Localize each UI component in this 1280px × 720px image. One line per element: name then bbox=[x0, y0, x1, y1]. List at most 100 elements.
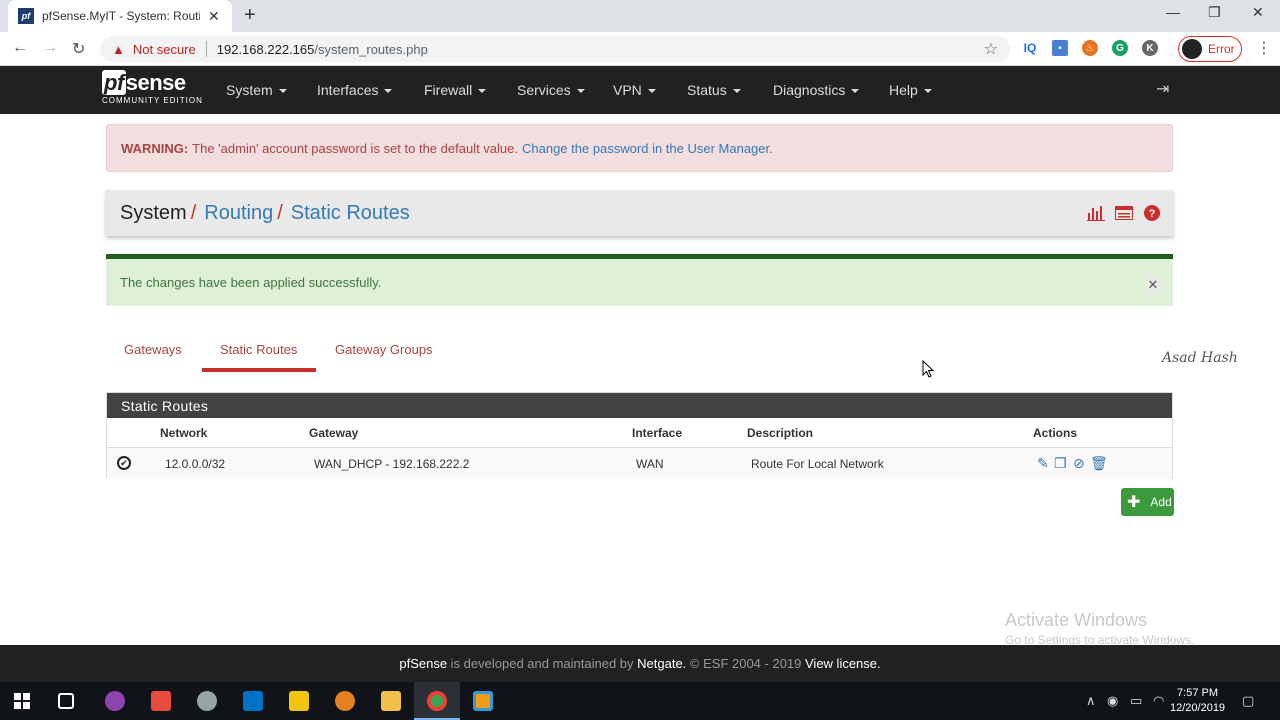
nav-vpn-label: VPN bbox=[613, 82, 642, 98]
nav-interfaces[interactable]: Interfaces bbox=[317, 82, 393, 98]
nav-vpn[interactable]: VPN bbox=[613, 82, 656, 98]
breadcrumb: System / Routing / Static Routes ? bbox=[106, 190, 1173, 236]
file-explorer-icon[interactable] bbox=[381, 691, 401, 711]
taskbar-clock[interactable]: 7:57 PM 12/20/2019 bbox=[1170, 686, 1225, 716]
battery-icon[interactable]: ▭ bbox=[1130, 693, 1142, 709]
route-tabs: Gateways Static Routes Gateway Groups bbox=[106, 330, 606, 374]
nav-diagnostics[interactable]: Diagnostics bbox=[773, 82, 860, 98]
wifi-icon[interactable]: ◠ bbox=[1153, 693, 1164, 709]
profile-button[interactable]: Error bbox=[1178, 36, 1242, 62]
maximize-icon[interactable]: ❐ bbox=[1208, 4, 1221, 21]
profile-error-label: Error bbox=[1208, 42, 1235, 56]
caret-down-icon bbox=[923, 89, 932, 94]
sticky-notes-icon[interactable] bbox=[289, 691, 309, 711]
footer-netgate-link[interactable]: Netgate. bbox=[637, 656, 686, 671]
tab-gateways[interactable]: Gateways bbox=[124, 342, 182, 357]
add-button-label: Add bbox=[1150, 495, 1172, 509]
mouse-cursor-icon bbox=[922, 360, 934, 378]
chart-icon[interactable] bbox=[1087, 204, 1105, 222]
caret-down-icon bbox=[732, 89, 741, 94]
nav-interfaces-label: Interfaces bbox=[317, 82, 379, 98]
edit-pencil-icon[interactable]: ✎ bbox=[1037, 455, 1049, 472]
footer-license-link[interactable]: View license. bbox=[805, 656, 881, 671]
help-icon[interactable]: ? bbox=[1143, 204, 1161, 222]
iq-extension-icon[interactable]: IQ bbox=[1022, 40, 1038, 56]
close-icon[interactable]: ✕ bbox=[1147, 276, 1159, 294]
close-window-icon[interactable]: ✕ bbox=[1252, 4, 1264, 21]
activate-windows-watermark: Activate Windows Go to Settings to activ… bbox=[1005, 610, 1194, 647]
caret-down-icon bbox=[851, 89, 860, 94]
nav-firewall[interactable]: Firewall bbox=[424, 82, 487, 98]
cell-gateway: WAN_DHCP - 192.168.222.2 bbox=[314, 457, 470, 471]
tab-close-icon[interactable]: ✕ bbox=[208, 8, 220, 25]
browser-menu-icon[interactable]: ⋮ bbox=[1256, 38, 1272, 58]
disable-icon[interactable]: ⊘ bbox=[1073, 455, 1085, 472]
address-bar[interactable]: ▲ Not secure 192.168.222.165/system_rout… bbox=[100, 36, 1010, 62]
nav-services-label: Services bbox=[517, 82, 571, 98]
tray-chevron-icon[interactable]: ∧ bbox=[1086, 693, 1096, 709]
download-app-icon[interactable] bbox=[151, 691, 171, 711]
back-icon[interactable]: ← bbox=[12, 39, 28, 57]
tab-static-routes[interactable]: Static Routes bbox=[220, 342, 297, 357]
tab-gateway-groups[interactable]: Gateway Groups bbox=[335, 342, 433, 357]
task-view-icon[interactable] bbox=[58, 693, 74, 709]
new-tab-icon[interactable]: + bbox=[244, 4, 256, 27]
tab-title: pfSense.MyIT - System: Routing: bbox=[42, 9, 200, 23]
breadcrumb-system: System bbox=[120, 201, 187, 224]
breadcrumb-static-routes[interactable]: Static Routes bbox=[291, 202, 410, 225]
caret-down-icon bbox=[384, 89, 393, 94]
extension-icon[interactable]: ▪ bbox=[1052, 40, 1068, 56]
change-password-link[interactable]: Change the password in the User Manager. bbox=[522, 141, 773, 156]
flame-extension-icon[interactable]: ♨ bbox=[1082, 40, 1098, 56]
tray-app-icon[interactable]: ◉ bbox=[1107, 693, 1118, 709]
add-button[interactable]: ✚ Add bbox=[1121, 488, 1174, 516]
reload-icon[interactable]: ↻ bbox=[72, 39, 85, 59]
tor-app-icon[interactable] bbox=[105, 691, 125, 711]
browser-toolbar: ← → ↻ ▲ Not secure 192.168.222.165/syste… bbox=[0, 32, 1280, 66]
trash-icon[interactable]: 🗑 bbox=[1090, 455, 1108, 472]
active-tab-indicator bbox=[202, 368, 316, 372]
caret-down-icon bbox=[478, 89, 487, 94]
clock-date: 12/20/2019 bbox=[1170, 702, 1226, 714]
plus-icon: ✚ bbox=[1127, 494, 1141, 511]
firefox-icon[interactable] bbox=[335, 691, 355, 711]
pfsense-logo[interactable]: pfsense COMMUNITY EDITION bbox=[102, 70, 203, 105]
cell-interface: WAN bbox=[636, 457, 664, 471]
copy-icon[interactable]: ❐ bbox=[1054, 455, 1067, 472]
nav-status[interactable]: Status bbox=[687, 82, 741, 98]
check-circle-icon[interactable]: ✔ bbox=[117, 456, 131, 470]
forward-icon[interactable]: → bbox=[42, 39, 58, 57]
nav-firewall-label: Firewall bbox=[424, 82, 473, 98]
notifications-icon[interactable]: ▢ bbox=[1242, 693, 1254, 709]
k-extension-icon[interactable]: K bbox=[1142, 40, 1158, 56]
chrome-icon[interactable] bbox=[427, 691, 447, 711]
network-app-icon[interactable] bbox=[197, 691, 217, 711]
browser-tab[interactable]: pf pfSense.MyIT - System: Routing: ✕ bbox=[8, 0, 232, 32]
windows-start-icon[interactable] bbox=[14, 693, 30, 709]
grammarly-icon[interactable]: G bbox=[1112, 40, 1128, 56]
vmware-icon[interactable] bbox=[473, 691, 493, 711]
column-header-network: Network bbox=[160, 426, 208, 440]
caret-down-icon bbox=[647, 89, 656, 94]
footer-text: is developed and maintained by bbox=[447, 656, 638, 671]
nav-help[interactable]: Help bbox=[889, 82, 932, 98]
pfsense-navbar: pfsense COMMUNITY EDITION System Interfa… bbox=[0, 66, 1280, 114]
caret-down-icon bbox=[278, 89, 287, 94]
nav-system[interactable]: System bbox=[226, 82, 287, 98]
pfsense-favicon-icon: pf bbox=[18, 8, 34, 24]
table-list-icon[interactable] bbox=[1115, 204, 1133, 222]
column-header-description: Description bbox=[747, 426, 814, 440]
minimize-icon[interactable]: — bbox=[1166, 4, 1180, 20]
warning-icon: ▲ bbox=[112, 41, 125, 57]
footer-brand[interactable]: pfSense bbox=[399, 656, 447, 671]
bookmark-star-icon[interactable]: ☆ bbox=[984, 39, 998, 59]
caret-down-icon bbox=[576, 89, 585, 94]
table-row: ✔ 12.0.0.0/32 WAN_DHCP - 192.168.222.2 W… bbox=[107, 448, 1172, 479]
outlook-icon[interactable] bbox=[243, 691, 263, 711]
column-header-interface: Interface bbox=[632, 426, 683, 440]
column-header-actions: Actions bbox=[1033, 426, 1078, 440]
nav-services[interactable]: Services bbox=[517, 82, 585, 98]
breadcrumb-routing[interactable]: Routing bbox=[204, 202, 273, 225]
omnibox-divider bbox=[205, 41, 207, 57]
logout-icon[interactable]: ⇥ bbox=[1156, 79, 1169, 99]
